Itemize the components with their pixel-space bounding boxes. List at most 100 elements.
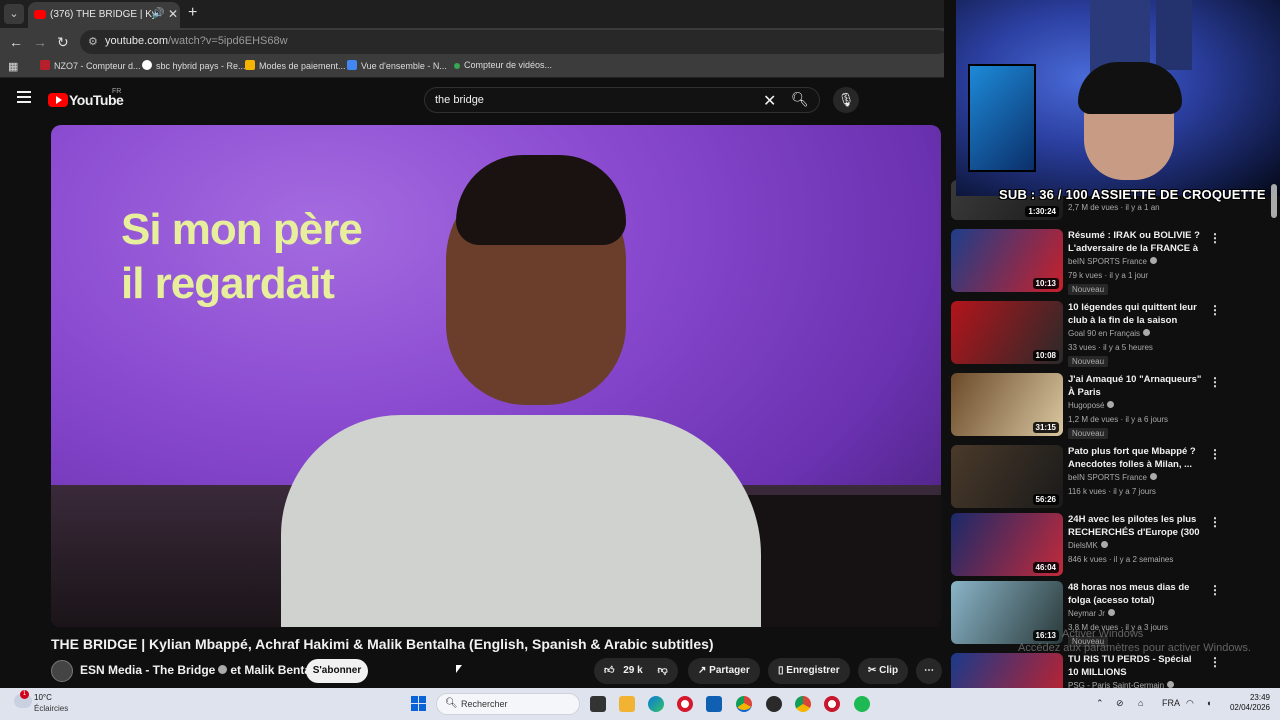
clock[interactable]: 23:49 02/04/2026 (1228, 693, 1270, 713)
store-icon[interactable] (706, 696, 722, 712)
mouse-cursor (456, 665, 462, 673)
apps-grid-icon[interactable]: ▦ (8, 60, 18, 73)
opera-gx-icon[interactable] (824, 696, 840, 712)
chrome-icon[interactable] (736, 696, 752, 712)
recommendation-channel[interactable]: beIN SPORTS France (1068, 257, 1157, 266)
url-field[interactable]: ⚙ youtube.com/watch?v=5ipd6EHS68w (80, 30, 950, 54)
subscribe-button[interactable]: S'abonner (306, 659, 368, 683)
bookmark-item[interactable]: Vue d'ensemble - N... (347, 60, 447, 71)
more-actions-button[interactable]: ⋯ (916, 658, 942, 684)
save-button[interactable]: ▯ Enregistrer (768, 658, 850, 684)
video-thumbnail[interactable]: 56:26 (951, 445, 1063, 508)
vpn-icon[interactable]: ⊘ (1116, 698, 1124, 709)
spotify-icon[interactable] (854, 696, 870, 712)
recommendation-title[interactable]: Résumé : IRAK ou BOLIVIE ? L'adversaire … (1068, 229, 1204, 255)
back-icon[interactable]: ← (9, 34, 23, 50)
dislike-icon[interactable]: 👎︎ (657, 665, 667, 676)
recommendation-channel[interactable]: Neymar Jr (1068, 609, 1115, 618)
language-indicator[interactable]: FRA (1162, 698, 1180, 708)
recommendation-item[interactable]: 46:04 24H avec les pilotes les plus RECHE… (951, 513, 1271, 577)
clip-button[interactable]: ✂ Clip (858, 658, 909, 684)
recommendation-meta: 1,2 M de vues · il y a 6 jours (1068, 415, 1169, 424)
search-input[interactable]: the bridge ✕ 🔍︎ (424, 87, 820, 113)
recommendation-channel[interactable]: beIN SPORTS France (1068, 473, 1157, 482)
recommendation-title[interactable]: 24H avec les pilotes les plus RECHERCHÉS… (1068, 513, 1204, 539)
more-options-icon[interactable]: ⋮ (1209, 375, 1221, 389)
more-options-icon[interactable]: ⋮ (1209, 583, 1221, 597)
site-info-icon[interactable]: ⚙ (88, 35, 98, 48)
recommendation-item[interactable]: 56:26 Pato plus fort que Mbappé ? Anecdot… (951, 445, 1271, 509)
chrome-profile-icon[interactable] (795, 696, 811, 712)
recommendation-channel[interactable]: DielsMK (1068, 541, 1108, 550)
chevron-up-icon[interactable]: ⌃ (1096, 698, 1104, 709)
network-icon[interactable]: ⌂ (1138, 698, 1143, 708)
recommendation-item[interactable]: 31:15 J'ai Amaqué 10 "Arnaqueurs" À Paris… (951, 373, 1271, 439)
recommendation-channel[interactable]: Goal 90 en Français (1068, 329, 1151, 338)
bookmark-item[interactable]: Compteur de vidéos... (454, 60, 552, 70)
windows-taskbar: 1 10°C Éclaircies 🔍︎ Rechercher ⌃ ⊘ ⌂ FR… (0, 688, 1280, 720)
bookmark-item[interactable]: Modes de paiement... (245, 60, 346, 71)
webcam-overlay (956, 0, 1280, 196)
active-tab[interactable]: (376) THE BRIDGE | Kylian M 🔊 ✕ (28, 2, 180, 28)
video-thumbnail[interactable]: 10:08 (951, 301, 1063, 364)
more-options-icon[interactable]: ⋮ (1209, 231, 1221, 245)
wifi-icon[interactable]: ◠ (1186, 698, 1194, 709)
recommendation-title[interactable]: 10 légendes qui quittent leur club à la … (1068, 301, 1204, 327)
verified-icon (1150, 473, 1157, 480)
channel-avatar[interactable] (51, 660, 73, 682)
share-button[interactable]: ↗ Partager (688, 658, 760, 684)
menu-icon[interactable] (17, 91, 31, 103)
new-tab-button[interactable]: + (188, 4, 197, 22)
youtube-favicon-icon (34, 10, 46, 19)
more-options-icon[interactable]: ⋮ (1209, 655, 1221, 669)
weather-condition[interactable]: Éclaircies (34, 704, 68, 713)
youtube-logo[interactable]: YouTube FR (48, 88, 124, 109)
recommendation-channel[interactable]: Hugoposé (1068, 401, 1115, 410)
edge-icon[interactable] (648, 696, 664, 712)
temperature[interactable]: 10°C (34, 693, 52, 702)
recommendation-title[interactable]: Pato plus fort que Mbappé ? Anecdotes fo… (1068, 445, 1204, 471)
video-player[interactable]: Si mon père il regardait (51, 125, 941, 627)
recommendation-title[interactable]: 48 horas nos meus dias de folga (acesso … (1068, 581, 1204, 607)
recommendation-item[interactable]: 10:13 Résumé : IRAK ou BOLIVIE ? L'advers… (951, 229, 1271, 295)
more-options-icon[interactable]: ⋮ (1209, 515, 1221, 529)
verified-icon (1107, 609, 1115, 616)
clear-search-icon[interactable]: ✕ (763, 91, 776, 111)
video-thumbnail[interactable]: 31:15 (951, 373, 1063, 436)
like-icon[interactable]: 👍︎ (604, 665, 614, 676)
tab-title: (376) THE BRIDGE | Kylian M (50, 9, 154, 20)
recommendation-item[interactable]: 10:08 10 légendes qui quittent leur club … (951, 301, 1271, 367)
file-explorer-icon[interactable] (619, 696, 635, 712)
video-thumbnail[interactable]: 46:04 (951, 513, 1063, 576)
taskbar-search[interactable]: 🔍︎ Rechercher (436, 693, 580, 715)
windows-start-icon[interactable] (411, 696, 427, 712)
bookmark-item[interactable]: NZO7 - Compteur d... (40, 60, 141, 71)
recommendation-title[interactable]: TU RIS TU PERDS - Spécial 10 MILLIONS (1068, 653, 1204, 679)
like-count[interactable]: 29 k (623, 665, 642, 676)
monitor (968, 64, 1036, 172)
speaker-icon[interactable]: 🔊 (152, 8, 164, 19)
bookmark-item[interactable]: sbc hybrid pays - Re... (142, 60, 246, 71)
share-icon: ↗ (698, 665, 710, 676)
close-tab-icon[interactable]: ✕ (168, 7, 178, 21)
video-thumbnail[interactable]: 10:13 (951, 229, 1063, 292)
stream-sub-goal: SUB : 36 / 100 ASSIETTE DE CROQUETTE (999, 187, 1266, 202)
obs-icon[interactable] (766, 696, 782, 712)
scrollbar[interactable] (1271, 184, 1277, 218)
reload-icon[interactable]: ↻ (57, 34, 69, 51)
tab-search-menu-button[interactable]: ⌄ (4, 4, 24, 24)
url-text: youtube.com/watch?v=5ipd6EHS68w (105, 35, 288, 47)
more-options-icon[interactable]: ⋮ (1209, 447, 1221, 461)
search-icon[interactable]: 🔍︎ (791, 91, 809, 108)
recommendation-title[interactable]: J'ai Amaqué 10 "Arnaqueurs" À Paris (1068, 373, 1204, 399)
forward-icon[interactable]: → (33, 34, 47, 50)
volume-icon[interactable]: ◖ (1206, 698, 1211, 708)
address-bar-row: ← → ↻ ⚙ youtube.com/watch?v=5ipd6EHS68w (0, 28, 956, 56)
channel-name[interactable]: ESN Media - The Bridge et Malik Bentalha (80, 663, 328, 677)
like-dislike-group: 👍︎ 29 k 👎︎ (594, 658, 678, 684)
task-view-icon[interactable] (590, 696, 606, 712)
new-badge: Nouveau (1068, 284, 1109, 295)
voice-search-icon[interactable]: 🎙︎ (833, 87, 859, 113)
more-options-icon[interactable]: ⋮ (1209, 303, 1221, 317)
opera-icon[interactable] (677, 696, 693, 712)
